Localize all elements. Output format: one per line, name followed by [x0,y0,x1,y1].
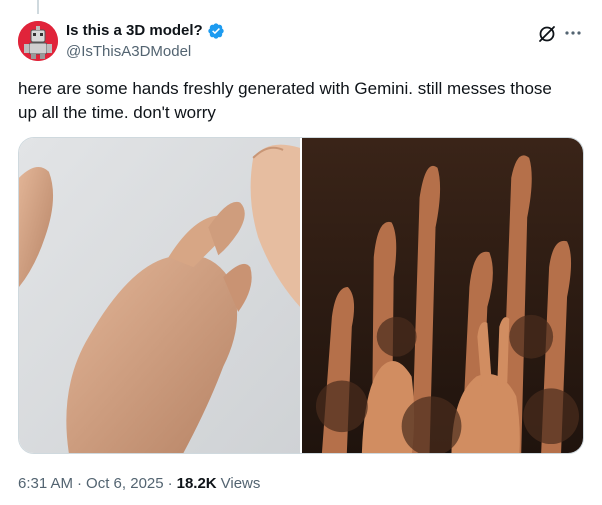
meta-separator: · [77,475,83,492]
media-image-hands-closeup[interactable] [19,138,300,453]
meta-separator: · [167,475,173,492]
author-name-row[interactable]: Is this a 3D model? [66,22,225,40]
views-label: Views [220,475,261,492]
views-count: 18.2K [176,475,217,492]
verified-badge-icon[interactable] [207,22,225,40]
tweet-text-line: up all the time. don't worry [18,103,216,122]
hands-closeup-image [19,138,300,453]
tweet-meta-row: 6:31 AM · Oct 6, 2025 · 18.2K Views [18,474,260,494]
tweet-text: here are some hands freshly generated wi… [18,77,584,125]
media-image-raised-hands-crowd[interactable] [302,138,583,453]
tweet-date[interactable]: Oct 6, 2025 [86,474,164,494]
more-dots-icon[interactable] [562,23,584,43]
media-grid [18,137,584,454]
tweet-text-line: here are some hands freshly generated wi… [18,79,552,98]
raised-hands-crowd-image [302,138,583,453]
avatar[interactable] [18,21,58,61]
thread-connector-line [37,0,39,14]
author-handle[interactable]: @IsThisA3DModel [66,43,191,61]
author-display-name[interactable]: Is this a 3D model? [66,22,203,40]
avatar-robot-icon [18,21,58,61]
grok-slash-icon[interactable] [537,24,557,44]
tweet-time[interactable]: 6:31 AM [18,474,73,494]
